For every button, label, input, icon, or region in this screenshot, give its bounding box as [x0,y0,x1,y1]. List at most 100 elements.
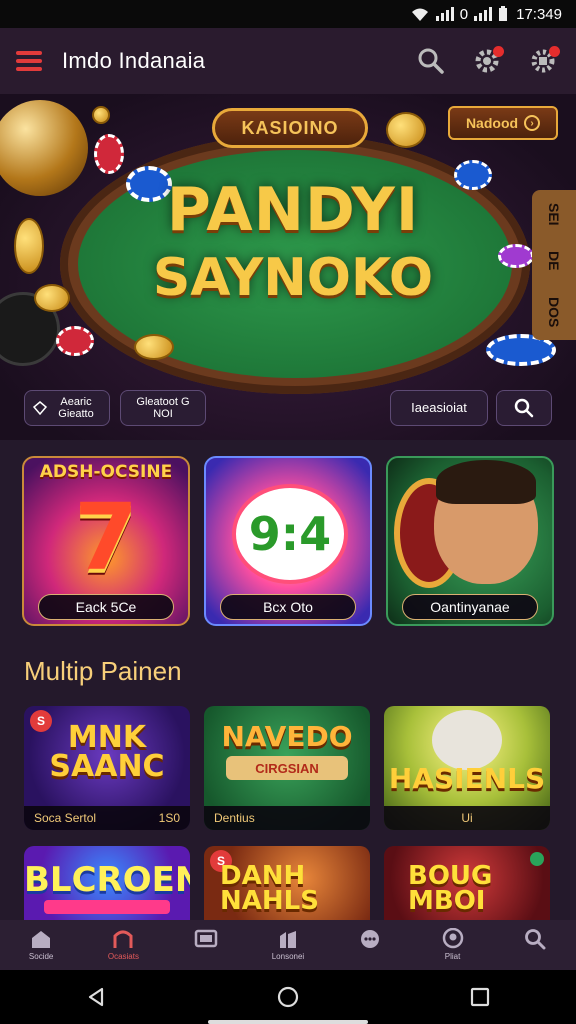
hero-title-line1: PANDYI [166,175,420,245]
coin-icon [134,334,174,360]
hero-mini-label-2: Gleatoot G NOI [136,395,190,420]
wifi-icon [411,8,428,21]
app-title: Imdo Indanaia [62,48,206,73]
coin-icon [386,112,426,148]
hero-title: PANDYI SAYNOKO [108,180,478,304]
game-tile[interactable]: S DANH NAHLS [204,846,370,920]
search-icon [514,398,534,418]
hero-action-label: Nadood [465,115,519,131]
gesture-bar [208,1020,368,1024]
nav-item-casino[interactable]: Ocasiats [82,920,164,970]
building-icon [279,931,296,948]
hero-search-button[interactable] [496,390,552,426]
game-footer: Dentius [204,806,370,830]
system-nav-bar [0,970,576,1024]
home-circle-icon[interactable] [277,986,299,1008]
chevron-right-icon: › [524,115,541,131]
hero-action-button[interactable]: Nadood › [448,106,558,140]
game-footer-left: Dentius [214,811,255,825]
game-strip [44,900,170,914]
search-button[interactable] [414,44,448,78]
status-bar: 0 17:349 [0,0,576,28]
game-tile[interactable]: 9:4 Bcx Oto [204,456,372,626]
notification-dot [549,46,560,57]
chat-icon [361,930,380,948]
coin-icon [34,284,70,312]
nav-item-screen[interactable] [165,920,247,970]
hero-mini-button-1[interactable]: Aearic Gieatto [24,390,110,426]
game-tile-label: Oantinyanae [402,594,538,620]
game-footer: Ui [384,806,550,830]
hero-mini-label-1: Aearic Gieatto [58,395,94,420]
game-tile-label: Eack 5Ce [38,594,174,620]
nav-label: Socide [28,952,54,961]
game-name-line2: NAHLS [220,885,319,916]
nav-item-home[interactable]: Socide [0,920,82,970]
more-games-row: BLCROEN S DANH NAHLS BOUG MBOI [24,846,550,920]
game-tile[interactable]: S MNK SAANC Soca Sertol 1S0 [24,706,190,830]
search-icon [418,48,444,74]
game-tile[interactable]: BLCROEN [24,846,190,920]
poker-chip-icon [56,326,94,356]
game-tile[interactable]: NAVEDO CIRGSIAN Dentius [204,706,370,830]
game-name: DANH NAHLS [204,863,370,916]
back-icon[interactable] [85,986,107,1008]
screen-icon [194,929,217,948]
side-tab-mid: DE [546,251,562,271]
poker-chip-icon [498,244,534,268]
game-footer-left: Soca Sertol [34,811,97,825]
hero-mini-button-3[interactable]: Iaeasioiat [390,390,488,426]
app-header: Imdo Indanaia [0,28,576,94]
section-title: Multip Painen [24,656,182,686]
coin-icon [14,218,44,274]
nav-label: Ocasiats [107,952,139,961]
settings-button[interactable] [470,44,504,78]
game-name: BOUG MBOI [384,863,550,916]
nav-item-chat[interactable] [329,920,411,970]
search-icon [524,929,546,950]
nav-item-building[interactable]: Lonsonei [247,920,329,970]
game-name: NAVEDO [221,720,353,753]
game-tile-top-text: ADSH-OCSINE [39,462,173,482]
nav-item-profile[interactable]: Pliat [411,920,493,970]
diamond-icon [33,401,47,415]
game-tile[interactable]: Oantinyanae [386,456,554,626]
game-footer-right: 1S0 [158,811,180,825]
game-name-line2: SAANC [49,748,165,784]
notification-dot [493,46,504,57]
nav-item-search[interactable] [494,920,576,970]
coin-icon [92,106,110,124]
recents-icon[interactable] [469,986,491,1008]
game-subtitle: CIRGSIAN [226,756,348,780]
signal-icon [435,7,454,21]
hero-mini-label-3: Iaeasioiat [411,399,467,415]
game-name: BLCROEN [24,860,190,900]
game-tile-art-text: 9:4 [232,484,348,584]
bear-mascot-icon [432,710,502,770]
home-icon [32,931,51,948]
game-tile[interactable]: HASIENLS Ui [384,706,550,830]
hero-mini-button-2[interactable]: Gleatoot G NOI [120,390,206,426]
status-icons: 0 [410,6,508,23]
game-tile-label: Bcx Oto [220,594,356,620]
profile-icon [442,928,463,949]
hero-banner[interactable]: KASIOINO Nadood › PANDYI SAYNOKO SEI DE … [0,94,576,440]
side-tab-bottom: DOS [546,296,562,328]
bottom-nav: Socide Ocasiats Lonsonei Pliat [0,920,576,970]
multiplayer-games-row: S MNK SAANC Soca Sertol 1S0 NAVEDO CIRGS… [24,706,550,830]
game-name-line2: MBOI [408,885,486,916]
game-tile[interactable]: BOUG MBOI [384,846,550,920]
game-content: ADSH-OCSINE 7 Eack 5Ce 9:4 Bcx Oto Oanti… [0,440,576,920]
network-label: 0 [459,5,469,23]
game-footer-right: Ui [461,811,473,825]
golden-ball-icon [0,100,88,196]
menu-icon[interactable] [16,51,42,71]
battery-icon [499,6,508,21]
game-tile[interactable]: ADSH-OCSINE 7 Eack 5Ce [22,456,190,626]
game-tile-art-text: 7 [73,484,138,591]
gift-button[interactable] [526,44,560,78]
poker-chip-icon [94,134,124,174]
casino-pill[interactable]: KASIOINO [212,108,368,148]
game-name: MNK SAANC [24,723,190,784]
side-tab[interactable]: SEI DE DOS [532,190,576,340]
